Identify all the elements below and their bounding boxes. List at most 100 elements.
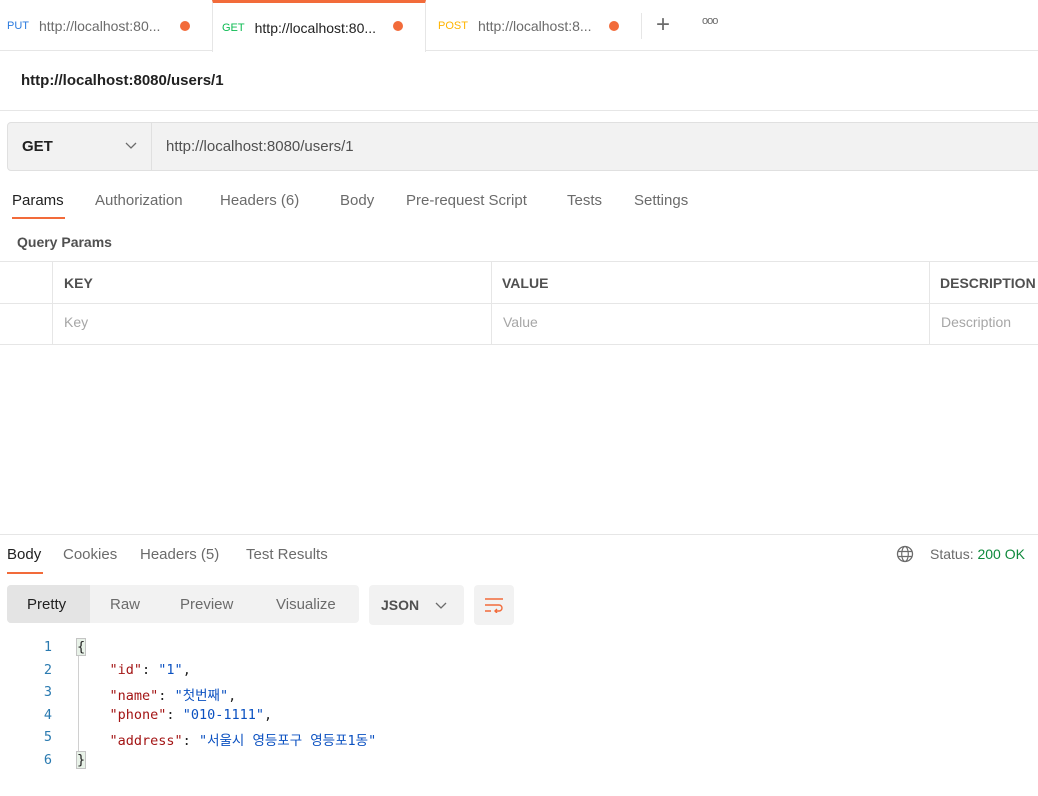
json-string: "010-1111" [182,706,264,723]
url-bar: GET http://localhost:8080/users/1 [7,122,1038,171]
view-preview[interactable]: Preview [180,596,233,613]
headers-count: (6) [280,192,300,209]
table-border [0,303,1038,304]
tab-response-headers[interactable]: Headers (5) [140,546,219,563]
chevron-down-icon [125,142,137,149]
active-tab-indicator [7,572,43,574]
tab-method: GET [222,21,245,34]
request-title: http://localhost:8080/users/1 [21,72,224,89]
query-params-title: Query Params [17,234,112,250]
response-divider[interactable] [0,534,1038,535]
json-key: "name" [109,688,159,705]
column-description: DESCRIPTION [940,275,1036,291]
headers-count: (5) [200,546,220,563]
view-pretty[interactable]: Pretty [7,585,90,623]
more-horizontal-icon[interactable]: ooo [702,15,718,27]
tab-label: http://localhost:80... [254,19,377,36]
tab-label: Headers [220,192,277,209]
code-line: "address": "서울시 영등포구 영등포1동" [77,729,377,750]
tab-method: PUT [7,19,29,32]
value-input[interactable]: Value [503,314,538,330]
view-mode-toggle: Pretty Raw Preview Visualize [7,585,359,623]
view-label: Pretty [27,596,67,613]
json-brace: { [75,638,87,656]
view-visualize[interactable]: Visualize [276,596,336,613]
key-input[interactable]: Key [64,314,88,330]
line-number: 3 [43,684,52,701]
table-border [0,344,1038,345]
json-key: "phone" [109,706,167,723]
tab-response-body[interactable]: Body [7,546,41,563]
tab-get[interactable]: GET http://localhost:80... [212,0,426,52]
line-number: 5 [43,729,52,746]
method-value: GET [22,138,53,155]
response-status: Status: 200 OK [930,546,1025,562]
code-line: } [75,751,87,769]
tab-label: Headers [140,546,197,563]
json-punctuation [77,688,110,704]
json-punctuation: , [228,688,237,705]
json-key: "id" [109,661,143,678]
unsaved-dot-icon [180,21,190,31]
format-value: JSON [381,597,420,613]
tab-tests[interactable]: Tests [567,192,602,209]
json-punctuation: , [263,706,273,723]
tab-post[interactable]: POST http://localhost:8... [426,0,641,51]
active-tab-indicator [12,217,65,219]
json-punctuation [77,707,110,723]
view-raw[interactable]: Raw [110,596,140,613]
status-label: Status: [930,546,974,562]
description-input[interactable]: Description [941,314,1011,330]
tab-test-results[interactable]: Test Results [246,546,328,563]
json-string: "1" [158,661,183,678]
column-value: VALUE [502,275,549,291]
json-string: "첫번째" [174,688,229,705]
tab-body[interactable]: Body [340,192,374,209]
tab-method: POST [438,19,468,32]
unsaved-dot-icon [609,21,619,31]
line-number: 1 [43,639,52,655]
json-punctuation [77,662,110,678]
tab-settings[interactable]: Settings [634,192,688,209]
json-punctuation: : [142,661,159,678]
table-border [0,261,1038,262]
chevron-down-icon [435,602,447,609]
column-key: KEY [64,275,93,291]
tab-headers[interactable]: Headers (6) [220,192,299,209]
line-number: 6 [43,752,52,768]
unsaved-dot-icon [393,21,403,31]
status-value: 200 OK [977,546,1025,562]
wrap-lines-icon [485,598,503,613]
tab-label: http://localhost:8... [477,17,592,34]
url-input[interactable]: http://localhost:8080/users/1 [166,138,354,155]
table-border [929,261,930,344]
tab-params[interactable]: Params [12,192,64,209]
tab-bar: PUT http://localhost:80... GET http://lo… [0,0,1038,52]
json-punctuation: : [158,688,175,705]
line-number: 4 [43,706,52,723]
format-select[interactable]: JSON [369,585,464,625]
json-brace: } [75,751,87,769]
tab-authorization[interactable]: Authorization [95,192,183,209]
table-border [491,261,492,344]
json-punctuation: : [182,733,199,750]
tab-label: http://localhost:80... [39,17,161,34]
plus-icon[interactable]: + [656,11,670,39]
json-key: "address" [109,733,183,750]
globe-icon[interactable] [896,545,914,563]
tab-cookies[interactable]: Cookies [63,546,117,563]
json-punctuation [77,733,110,749]
json-punctuation: : [166,706,183,723]
wrap-lines-button[interactable] [474,585,514,625]
code-line: { [75,638,87,656]
tab-put[interactable]: PUT http://localhost:80... [0,0,212,51]
code-line: "name": "첫번째", [77,684,237,705]
tab-pre-request-script[interactable]: Pre-request Script [406,192,527,209]
code-line: "phone": "010-1111", [77,706,273,723]
json-punctuation: , [182,661,191,678]
method-select[interactable]: GET [8,123,152,170]
divider [641,13,642,39]
divider [0,110,1038,111]
json-string: "서울시 영등포구 영등포1동" [198,733,377,750]
code-line: "id": "1", [77,662,191,678]
